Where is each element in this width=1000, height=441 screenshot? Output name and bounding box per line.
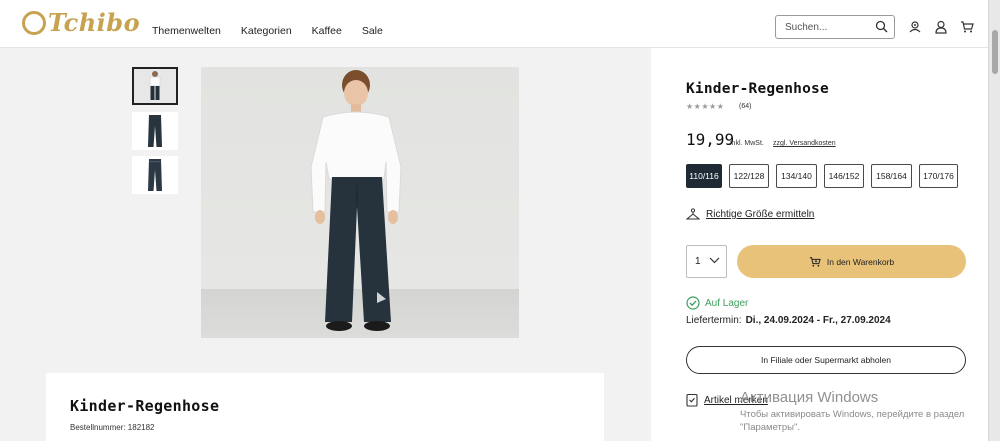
delivery-label: Liefertermin: [686,315,742,326]
tchibo-logo[interactable]: Tchibo [22,8,140,37]
search-icon[interactable] [875,20,888,33]
size-option-134-140[interactable]: 134/140 [776,164,817,188]
details-title: Kinder-Regenhose [70,397,220,415]
quantity-select[interactable]: 1 [686,245,727,278]
nav-item-sale[interactable]: Sale [362,25,383,37]
product-price: 19,99 [686,130,735,149]
nav-item-kategorien[interactable]: Kategorien [241,25,292,37]
size-finder[interactable]: Richtige Größe ermitteln [686,208,814,221]
product-info-panel: Kinder-Regenhose ★★★★★ (64) 19,99 inkl. … [651,48,988,441]
watermark-title: Активация Windows [740,389,879,406]
thumbnail-product-back[interactable] [132,156,178,194]
vat-note: inkl. MwSt. [730,140,764,147]
product-title: Kinder-Regenhose [686,81,829,97]
site-header: Tchibo Themenwelten Kategorien Kaffee Sa… [0,0,988,48]
scrollbar-thumb[interactable] [992,30,998,74]
account-icon[interactable] [934,20,948,34]
order-number: Bestellnummer: 182182 [70,423,155,432]
thumbnail-product-front[interactable] [132,112,178,150]
delivery-dates: Di., 24.09.2024 - Fr., 27.09.2024 [745,315,891,326]
rating-count[interactable]: (64) [739,103,751,110]
nav-item-themenwelten[interactable]: Themenwelten [152,25,221,37]
hanger-icon [686,208,700,220]
thumbnail-model-image [149,71,161,100]
size-option-122-128[interactable]: 122/128 [729,164,769,188]
size-option-170-176[interactable]: 170/176 [919,164,958,188]
size-finder-label[interactable]: Richtige Größe ermitteln [706,209,814,220]
logo-mark-icon [22,10,46,35]
size-option-146-152[interactable]: 146/152 [824,164,864,188]
shipping-cost-link[interactable]: zzgl. Versandkosten [773,140,836,147]
add-to-cart-button[interactable]: In den Warenkorb [737,245,966,278]
search-box [775,15,895,39]
watermark-line-2: "Параметры". [740,422,801,433]
thumbnail-product-model[interactable] [132,67,178,105]
logo-text: Tchibo [48,8,141,37]
product-photo [310,70,402,331]
bookmark-check-icon [686,393,698,407]
product-main-image[interactable] [201,67,519,338]
stock-status: Auf Lager [686,296,748,310]
product-details-card: Kinder-Regenhose Bestellnummer: 182182 [46,373,604,441]
size-option-110-116[interactable]: 110/116 [686,164,722,188]
main-nav: Themenwelten Kategorien Kaffee Sale [152,25,383,37]
search-input[interactable] [776,16,872,38]
check-circle-icon [686,296,700,310]
thumbnail-front-image [148,115,162,147]
delivery-info: Liefertermin: Di., 24.09.2024 - Fr., 27.0… [686,315,891,326]
cart-icon[interactable] [960,20,974,34]
chevron-down-icon [709,257,720,264]
windows-activation-watermark: Активация Windows Чтобы активировать Win… [740,389,964,434]
watermark-line-1: Чтобы активировать Windows, перейдите в … [740,409,965,420]
nav-item-kaffee[interactable]: Kaffee [312,25,342,37]
store-pickup-button[interactable]: In Filiale oder Supermarkt abholen [686,346,966,374]
page-scrollbar[interactable] [988,0,1000,441]
cart-add-icon [809,257,821,267]
rating-stars-icon[interactable]: ★★★★★ [686,102,724,111]
add-to-cart-label: In den Warenkorb [826,256,895,267]
stock-status-label: Auf Lager [705,297,749,309]
size-option-158-164[interactable]: 158/164 [871,164,912,188]
quantity-value: 1 [695,256,701,267]
thumbnail-back-image [148,159,162,191]
store-locator-icon[interactable] [908,20,922,34]
